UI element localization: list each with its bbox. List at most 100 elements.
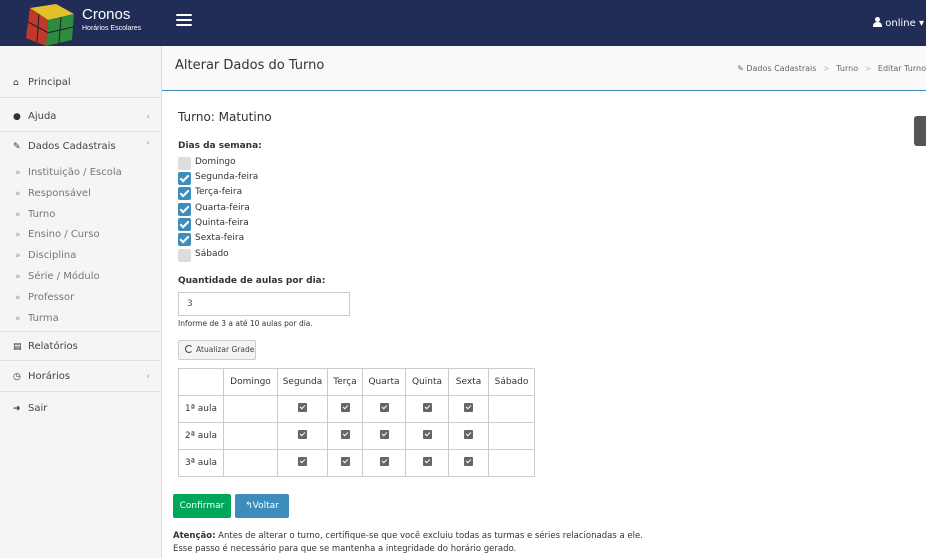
grid-checkbox-icon[interactable] [379, 430, 389, 439]
sidebar-item-sair[interactable]: ➜ Sair [0, 394, 162, 424]
grid-cell[interactable] [405, 395, 449, 423]
sidebar-item-dados-cadastrais[interactable]: ✎ Dados Cadastrais ˅ [0, 132, 162, 162]
double-chevron-icon: » [15, 313, 21, 324]
caret-down-icon: ▾ [915, 18, 924, 29]
grid-cell[interactable] [405, 449, 449, 477]
sidebar-subitem-professor[interactable]: » Professor [0, 288, 162, 309]
user-menu[interactable]: online ▾ [873, 17, 924, 29]
grid-checkbox-icon[interactable] [464, 457, 473, 466]
grid-row-label: 1ª aula [178, 395, 224, 423]
grid-header-cell: Terça [327, 368, 363, 396]
grid-header-cell: Sábado [488, 368, 535, 396]
breadcrumb-item[interactable]: Turno [836, 64, 858, 73]
sidebar-item-principal[interactable]: ⌂ Principal [0, 68, 162, 98]
grid-row-label: 3ª aula [178, 449, 224, 477]
logo-title: Cronos [82, 6, 131, 23]
undo-arrow-icon: ↰ [245, 501, 253, 511]
clock-icon: ◷ [13, 372, 21, 382]
question-icon: ● [13, 112, 21, 122]
grid-cell[interactable] [448, 449, 489, 477]
sidebar-item-horarios[interactable]: ◷ Horários ‹ [0, 362, 162, 392]
confirm-button[interactable]: Confirmar [173, 494, 231, 518]
grid-header-cell [178, 368, 224, 396]
grid-checkbox-icon[interactable] [379, 457, 389, 466]
sidebar-subitem-responsavel[interactable]: » Responsável [0, 184, 162, 205]
breadcrumb-item[interactable]: Dados Cadastrais [746, 64, 816, 73]
sidebar-item-label: Dados Cadastrais [28, 141, 116, 152]
grid-cell [488, 395, 535, 423]
sidebar-submenu: » Instituição / Escola » Responsável » Turn… [0, 163, 162, 329]
grid-cell[interactable] [327, 449, 363, 477]
sidebar-subitem-disciplina[interactable]: » Disciplina [0, 246, 162, 267]
grid-checkbox-icon[interactable] [340, 457, 350, 466]
grid-cell[interactable] [277, 449, 328, 477]
grid-checkbox-icon[interactable] [298, 403, 307, 412]
grid-header-cell: Quinta [405, 368, 449, 396]
grid-cell[interactable] [362, 422, 406, 450]
grid-cell [223, 422, 278, 450]
double-chevron-icon: » [15, 230, 21, 241]
settings-tab-icon[interactable] [914, 116, 926, 146]
sidebar-subitem-turno[interactable]: » Turno [0, 205, 162, 226]
grid-checkbox-icon[interactable] [422, 403, 432, 412]
double-chevron-icon: » [15, 168, 21, 178]
sidebar-item-ajuda[interactable]: ● Ajuda ‹ [0, 102, 162, 132]
grid-cell[interactable] [405, 422, 449, 450]
grid-cell [488, 449, 535, 477]
grid-cell[interactable] [362, 395, 406, 423]
sidebar-item-label: Sair [28, 403, 48, 414]
table-row: 1ª aula [178, 395, 535, 423]
user-icon [873, 17, 883, 27]
grid-cell[interactable] [362, 449, 406, 477]
chevron-left-icon: ‹ [146, 112, 150, 122]
grid-header-cell: Segunda [277, 368, 328, 396]
sidebar-subitem-turma[interactable]: » Turma [0, 309, 162, 330]
sidebar-subitem-ensino-curso[interactable]: » Ensino / Curso [0, 225, 162, 246]
sidebar-item-relatorios[interactable]: ▤ Relatórios [0, 331, 162, 361]
grid-body: 1ª aula 2ª aula 3ª aula [178, 395, 535, 477]
table-row: 2ª aula [178, 422, 535, 450]
grid-cell[interactable] [327, 422, 363, 450]
grid-checkbox-icon[interactable] [298, 430, 307, 439]
menu-toggle-icon[interactable] [176, 14, 192, 28]
qty-help-text: Informe de 3 a até 10 aulas por dia. [178, 319, 313, 328]
grid-row-label: 2ª aula [178, 422, 224, 450]
grid-header-cell: Sexta [448, 368, 489, 396]
turno-title: Turno: Matutino [178, 110, 272, 124]
logout-icon: ➜ [13, 404, 21, 414]
warning-strong: Atenção: [173, 531, 216, 541]
qty-input[interactable]: 3 [178, 292, 350, 316]
double-chevron-icon: » [15, 251, 21, 262]
grid-checkbox-icon[interactable] [422, 457, 432, 466]
grid-header-row: Domingo Segunda Terça Quarta Quinta Sext… [178, 368, 535, 396]
sidebar-subitem-serie-modulo[interactable]: » Série / Módulo [0, 267, 162, 288]
sidebar-item-label: Horários [28, 371, 71, 382]
top-navbar: Cronos Horários Escolares online ▾ [0, 0, 926, 46]
update-grid-button[interactable]: Atualizar Grade [178, 340, 256, 360]
warning-line1: Antes de alterar o turno, certifique-se … [215, 531, 643, 541]
breadcrumb: ✎ Dados Cadastrais > Turno > Editar Turn… [737, 64, 926, 73]
grid-checkbox-icon[interactable] [340, 403, 350, 412]
logo-subtitle: Horários Escolares [82, 25, 142, 32]
grid-cell[interactable] [277, 395, 328, 423]
sidebar-subitem-instituicao[interactable]: » Instituição / Escola [0, 163, 162, 184]
grid-checkbox-icon[interactable] [340, 430, 350, 439]
double-chevron-icon: » [15, 271, 21, 282]
grid-cell[interactable] [277, 422, 328, 450]
grid-cell [223, 449, 278, 477]
logo[interactable]: Cronos Horários Escolares [8, 4, 162, 46]
sidebar-item-label: Principal [28, 77, 71, 88]
grid-checkbox-icon[interactable] [298, 457, 307, 466]
grid-cell[interactable] [327, 395, 363, 423]
grid-checkbox-icon[interactable] [422, 430, 432, 439]
grid-checkbox-icon[interactable] [464, 403, 473, 412]
double-chevron-icon: » [15, 188, 21, 199]
warning-text: Atenção: Antes de alterar o turno, certi… [173, 530, 643, 556]
grid-cell[interactable] [448, 422, 489, 450]
double-chevron-icon: » [15, 209, 21, 220]
grid-cell[interactable] [448, 395, 489, 423]
grid-checkbox-icon[interactable] [464, 430, 473, 439]
grid-checkbox-icon[interactable] [379, 403, 389, 412]
back-button[interactable]: ↰Voltar [235, 494, 289, 518]
sidebar-item-label: Ajuda [28, 111, 57, 122]
